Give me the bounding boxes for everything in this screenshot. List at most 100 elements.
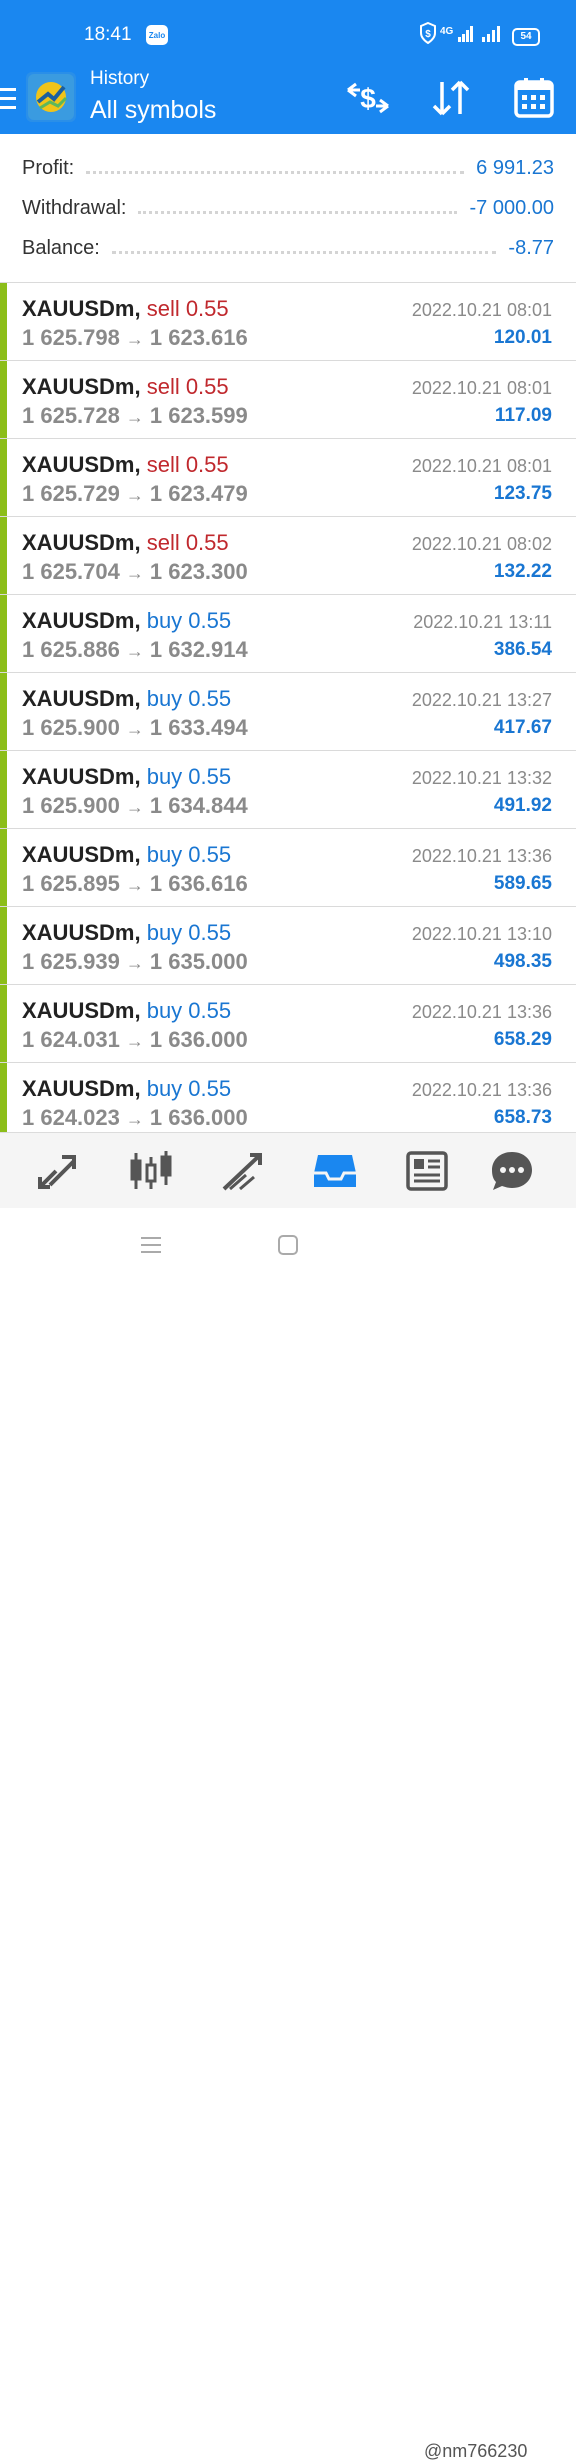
deal-symbol: XAUUSDm, bbox=[22, 998, 141, 1023]
deal-open-price: 1 624.031 bbox=[22, 1027, 120, 1052]
deal-symbol: XAUUSDm, bbox=[22, 530, 141, 555]
svg-text:$: $ bbox=[360, 83, 376, 114]
deal-close-price: 1 634.844 bbox=[149, 793, 248, 818]
balance-row: Balance: -8.77 bbox=[22, 231, 554, 265]
chart-icon[interactable] bbox=[128, 1149, 174, 1193]
currency-exchange-icon[interactable]: $ bbox=[344, 76, 392, 120]
deal-row[interactable]: XAUUSDm, buy 0.55 1 624.031 → 1 636.000 20… bbox=[0, 984, 576, 1063]
shield-icon: $ bbox=[420, 22, 436, 44]
arrow-right-icon: → bbox=[125, 953, 144, 973]
deal-symbol: XAUUSDm, bbox=[22, 1076, 141, 1101]
arrow-right-icon: → bbox=[125, 797, 144, 817]
deal-row[interactable]: XAUUSDm, buy 0.55 1 624.023 → 1 636.000 20… bbox=[0, 1062, 576, 1132]
deal-close-price: 1 623.616 bbox=[149, 325, 248, 350]
deal-close-price: 1 635.000 bbox=[149, 949, 248, 974]
deal-time: 2022.10.21 13:32 bbox=[411, 768, 552, 788]
watermark: @nm766230 bbox=[424, 2441, 528, 2461]
battery-icon: 54 bbox=[512, 28, 540, 46]
summary-label: Profit: bbox=[22, 156, 75, 179]
deal-profit: 120.01 bbox=[493, 327, 552, 348]
deal-row[interactable]: XAUUSDm, sell 0.55 1 625.729 → 1 623.479 2… bbox=[0, 438, 576, 517]
page-title: History bbox=[90, 68, 150, 89]
deal-open-price: 1 624.023 bbox=[22, 1105, 120, 1130]
deal-row[interactable]: XAUUSDm, sell 0.55 1 625.704 → 1 623.300 2… bbox=[0, 516, 576, 595]
app-bar: History All symbols $ bbox=[0, 66, 576, 134]
home-icon[interactable] bbox=[277, 1234, 299, 1256]
deal-symbol: XAUUSDm, bbox=[22, 296, 141, 321]
deal-edge bbox=[0, 595, 7, 673]
arrow-right-icon: → bbox=[125, 875, 144, 895]
arrow-right-icon: → bbox=[125, 407, 144, 427]
arrow-right-icon: → bbox=[125, 329, 144, 349]
chat-icon[interactable] bbox=[490, 1149, 534, 1193]
history-icon[interactable] bbox=[312, 1149, 358, 1193]
deal-symbol: XAUUSDm, bbox=[22, 764, 141, 789]
deal-time: 2022.10.21 08:02 bbox=[411, 534, 552, 554]
deal-row[interactable]: XAUUSDm, buy 0.55 1 625.900 → 1 633.494 20… bbox=[0, 672, 576, 751]
deal-list[interactable]: XAUUSDm, sell 0.55 1 625.798 → 1 623.616 2… bbox=[0, 282, 576, 1132]
deal-time: 2022.10.21 13:27 bbox=[411, 690, 552, 710]
deal-side: buy 0.55 bbox=[146, 1076, 232, 1101]
signal-icon bbox=[458, 26, 473, 42]
arrow-right-icon: → bbox=[125, 563, 144, 583]
arrow-right-icon: → bbox=[125, 641, 144, 661]
deal-time: 2022.10.21 08:01 bbox=[411, 300, 552, 320]
deal-profit: 386.54 bbox=[493, 639, 552, 660]
news-icon[interactable] bbox=[404, 1149, 450, 1193]
status-bar: 18:41 Zalo $ 4G 54 bbox=[0, 0, 576, 66]
deal-edge bbox=[0, 1063, 7, 1132]
sort-icon[interactable] bbox=[428, 76, 474, 120]
dot-leader bbox=[138, 210, 458, 214]
quotes-icon[interactable] bbox=[36, 1149, 80, 1193]
calendar-icon[interactable] bbox=[512, 76, 556, 120]
arrow-right-icon: → bbox=[125, 1109, 144, 1129]
summary-label: Withdrawal: bbox=[22, 196, 127, 219]
deal-edge bbox=[0, 673, 7, 751]
system-nav-bar: @nm766230 bbox=[0, 1208, 576, 2461]
deal-time: 2022.10.21 13:36 bbox=[411, 846, 552, 866]
deal-side: buy 0.55 bbox=[146, 608, 232, 633]
deal-symbol: XAUUSDm, bbox=[22, 608, 141, 633]
deal-row[interactable]: XAUUSDm, buy 0.55 1 625.900 → 1 634.844 20… bbox=[0, 750, 576, 829]
deal-time: 2022.10.21 13:36 bbox=[411, 1080, 552, 1100]
summary-value: -7 000.00 bbox=[469, 196, 554, 219]
deal-profit: 123.75 bbox=[493, 483, 552, 504]
deal-open-price: 1 625.729 bbox=[22, 481, 120, 506]
deal-row[interactable]: XAUUSDm, buy 0.55 1 625.895 → 1 636.616 20… bbox=[0, 828, 576, 907]
svg-text:$: $ bbox=[425, 29, 431, 40]
deal-row[interactable]: XAUUSDm, sell 0.55 1 625.798 → 1 623.616 2… bbox=[0, 282, 576, 361]
deal-open-price: 1 625.798 bbox=[22, 325, 120, 350]
deal-close-price: 1 633.494 bbox=[149, 715, 248, 740]
deal-open-price: 1 625.895 bbox=[22, 871, 120, 896]
deal-row[interactable]: XAUUSDm, sell 0.55 1 625.728 → 1 623.599 2… bbox=[0, 360, 576, 439]
summary-value: -8.77 bbox=[508, 236, 554, 259]
dot-leader bbox=[86, 170, 465, 174]
deal-symbol: XAUUSDm, bbox=[22, 686, 141, 711]
deal-side: buy 0.55 bbox=[146, 764, 232, 789]
menu-icon[interactable] bbox=[0, 86, 18, 112]
metatrader-logo[interactable] bbox=[26, 72, 76, 122]
deal-side: buy 0.55 bbox=[146, 842, 232, 867]
deal-close-price: 1 623.479 bbox=[149, 481, 248, 506]
bottom-nav bbox=[0, 1132, 576, 1209]
deal-side: sell 0.55 bbox=[146, 374, 229, 399]
arrow-right-icon: → bbox=[125, 485, 144, 505]
deal-symbol: XAUUSDm, bbox=[22, 452, 141, 477]
arrow-right-icon: → bbox=[125, 1031, 144, 1051]
deal-row[interactable]: XAUUSDm, buy 0.55 1 625.886 → 1 632.914 20… bbox=[0, 594, 576, 673]
deal-close-price: 1 636.000 bbox=[149, 1105, 248, 1130]
summary-panel: Profit: 6 991.23 Withdrawal: -7 000.00 B… bbox=[0, 134, 576, 282]
deal-profit: 417.67 bbox=[493, 717, 552, 738]
deal-row[interactable]: XAUUSDm, buy 0.55 1 625.939 → 1 635.000 20… bbox=[0, 906, 576, 985]
deal-time: 2022.10.21 13:36 bbox=[411, 1002, 552, 1022]
deal-symbol: XAUUSDm, bbox=[22, 842, 141, 867]
symbol-filter[interactable]: All symbols bbox=[90, 96, 216, 125]
deal-close-price: 1 623.300 bbox=[149, 559, 248, 584]
deal-side: sell 0.55 bbox=[146, 452, 229, 477]
trade-icon[interactable] bbox=[220, 1149, 266, 1193]
deal-edge bbox=[0, 985, 7, 1063]
deal-edge bbox=[0, 439, 7, 517]
deal-side: sell 0.55 bbox=[146, 530, 229, 555]
deal-open-price: 1 625.900 bbox=[22, 715, 120, 740]
recent-apps-icon[interactable] bbox=[140, 1234, 162, 1256]
